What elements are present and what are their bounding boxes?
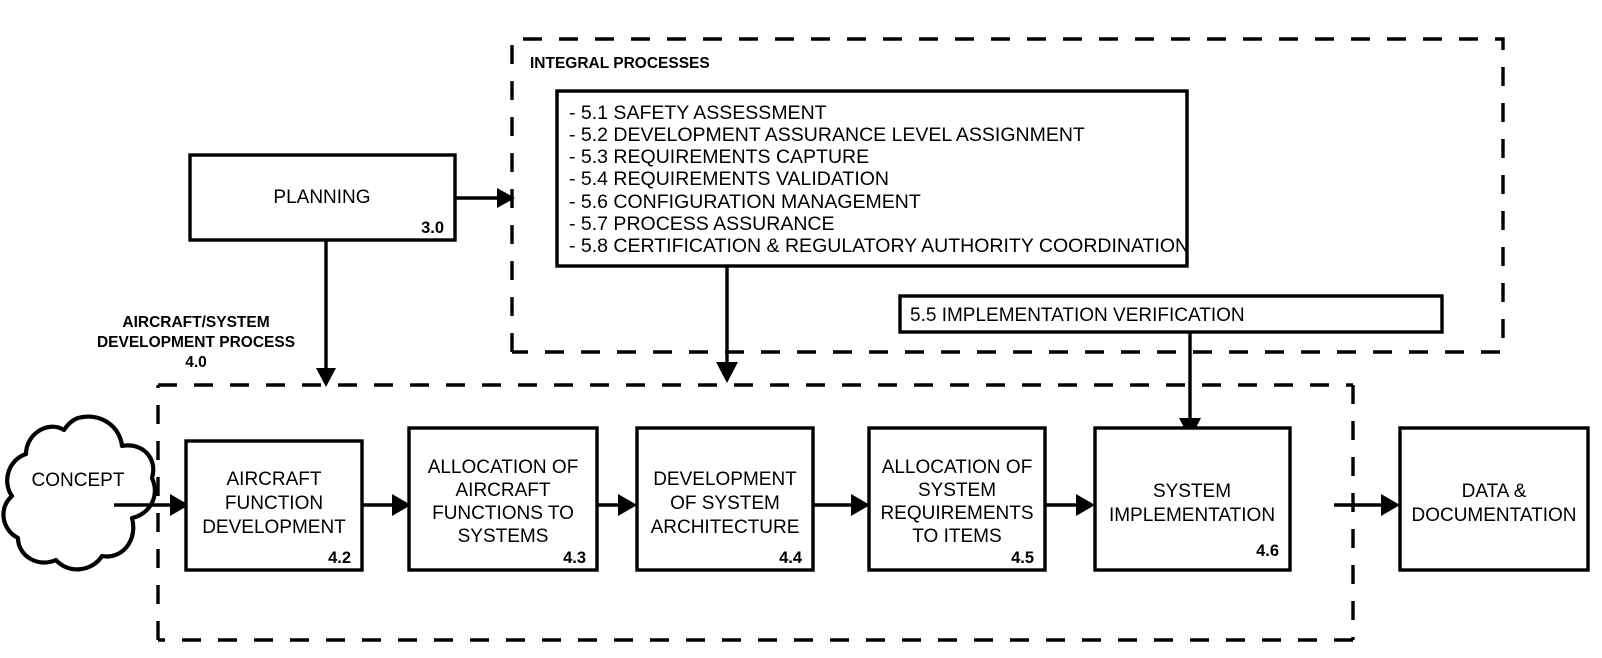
- process-step-4-6-number: 4.6: [1256, 542, 1279, 560]
- process-step-4-3-line1: ALLOCATION OF: [428, 457, 579, 478]
- concept-cloud: [1, 414, 157, 572]
- integral-process-item-5-4: - 5.4 REQUIREMENTS VALIDATION: [569, 168, 889, 190]
- output-data-documentation-line2: DOCUMENTATION: [1411, 505, 1576, 526]
- integral-process-item-5-8: - 5.8 CERTIFICATION & REGULATORY AUTHORI…: [569, 235, 1189, 257]
- integral-process-item-5-1: - 5.1 SAFETY ASSESSMENT: [569, 102, 827, 124]
- process-step-4-2-number: 4.2: [328, 549, 351, 567]
- process-step-4-4-line2: OF SYSTEM: [670, 493, 780, 514]
- process-step-4-6-line2: IMPLEMENTATION: [1109, 505, 1275, 526]
- process-step-4-3-line4: SYSTEMS: [458, 526, 549, 547]
- planning-number: 3.0: [421, 219, 444, 237]
- development-process-label-line2: DEVELOPMENT PROCESS: [97, 334, 295, 351]
- development-process-number: 4.0: [185, 354, 207, 371]
- step3-to-step4-arrowhead: [851, 494, 870, 516]
- process-step-4-5-line1: ALLOCATION OF: [882, 457, 1033, 478]
- diagram-canvas: INTEGRAL PROCESSES - 5.1 SAFETY ASSESSME…: [0, 0, 1602, 658]
- process-step-4-5-line3: REQUIREMENTS: [880, 503, 1033, 524]
- process-step-4-4-number: 4.4: [779, 549, 803, 567]
- process-step-4-4-line3: ARCHITECTURE: [651, 517, 800, 538]
- process-step-4-2-line3: DEVELOPMENT: [202, 517, 346, 538]
- process-step-4-5-line2: SYSTEM: [918, 480, 996, 501]
- integral-process-item-5-2: - 5.2 DEVELOPMENT ASSURANCE LEVEL ASSIGN…: [569, 124, 1085, 146]
- process-step-4-5-number: 4.5: [1011, 549, 1034, 567]
- process-step-4-6-line1: SYSTEM: [1153, 481, 1231, 502]
- process-step-4-3-number: 4.3: [563, 549, 586, 567]
- step2-to-step3-arrowhead: [618, 494, 637, 516]
- integral-processes-region-label: INTEGRAL PROCESSES: [530, 55, 710, 72]
- step5-to-output-arrowhead: [1381, 494, 1400, 516]
- process-step-4-4-line1: DEVELOPMENT: [653, 469, 797, 490]
- process-step-4-2-line2: FUNCTION: [225, 493, 323, 514]
- process-step-4-3-line3: FUNCTIONS TO: [432, 503, 574, 524]
- step4-to-step5-arrowhead: [1076, 494, 1095, 516]
- implementation-verification-label: 5.5 IMPLEMENTATION VERIFICATION: [910, 305, 1245, 326]
- process-step-4-3-line2: AIRCRAFT: [456, 480, 551, 501]
- integral-process-item-5-3: - 5.3 REQUIREMENTS CAPTURE: [569, 146, 869, 168]
- concept-label: CONCEPT: [32, 470, 125, 491]
- process-step-4-5-line4: TO ITEMS: [912, 526, 1001, 547]
- integral-to-development-arrowhead: [716, 362, 738, 383]
- planning-label: PLANNING: [273, 187, 370, 208]
- output-data-documentation-line1: DATA &: [1462, 481, 1527, 502]
- integral-process-item-5-6: - 5.6 CONFIGURATION MANAGEMENT: [569, 191, 921, 213]
- process-step-4-2-line1: AIRCRAFT: [227, 469, 322, 490]
- development-process-label-line1: AIRCRAFT/SYSTEM: [122, 314, 269, 331]
- integral-process-item-5-7: - 5.7 PROCESS ASSURANCE: [569, 213, 835, 235]
